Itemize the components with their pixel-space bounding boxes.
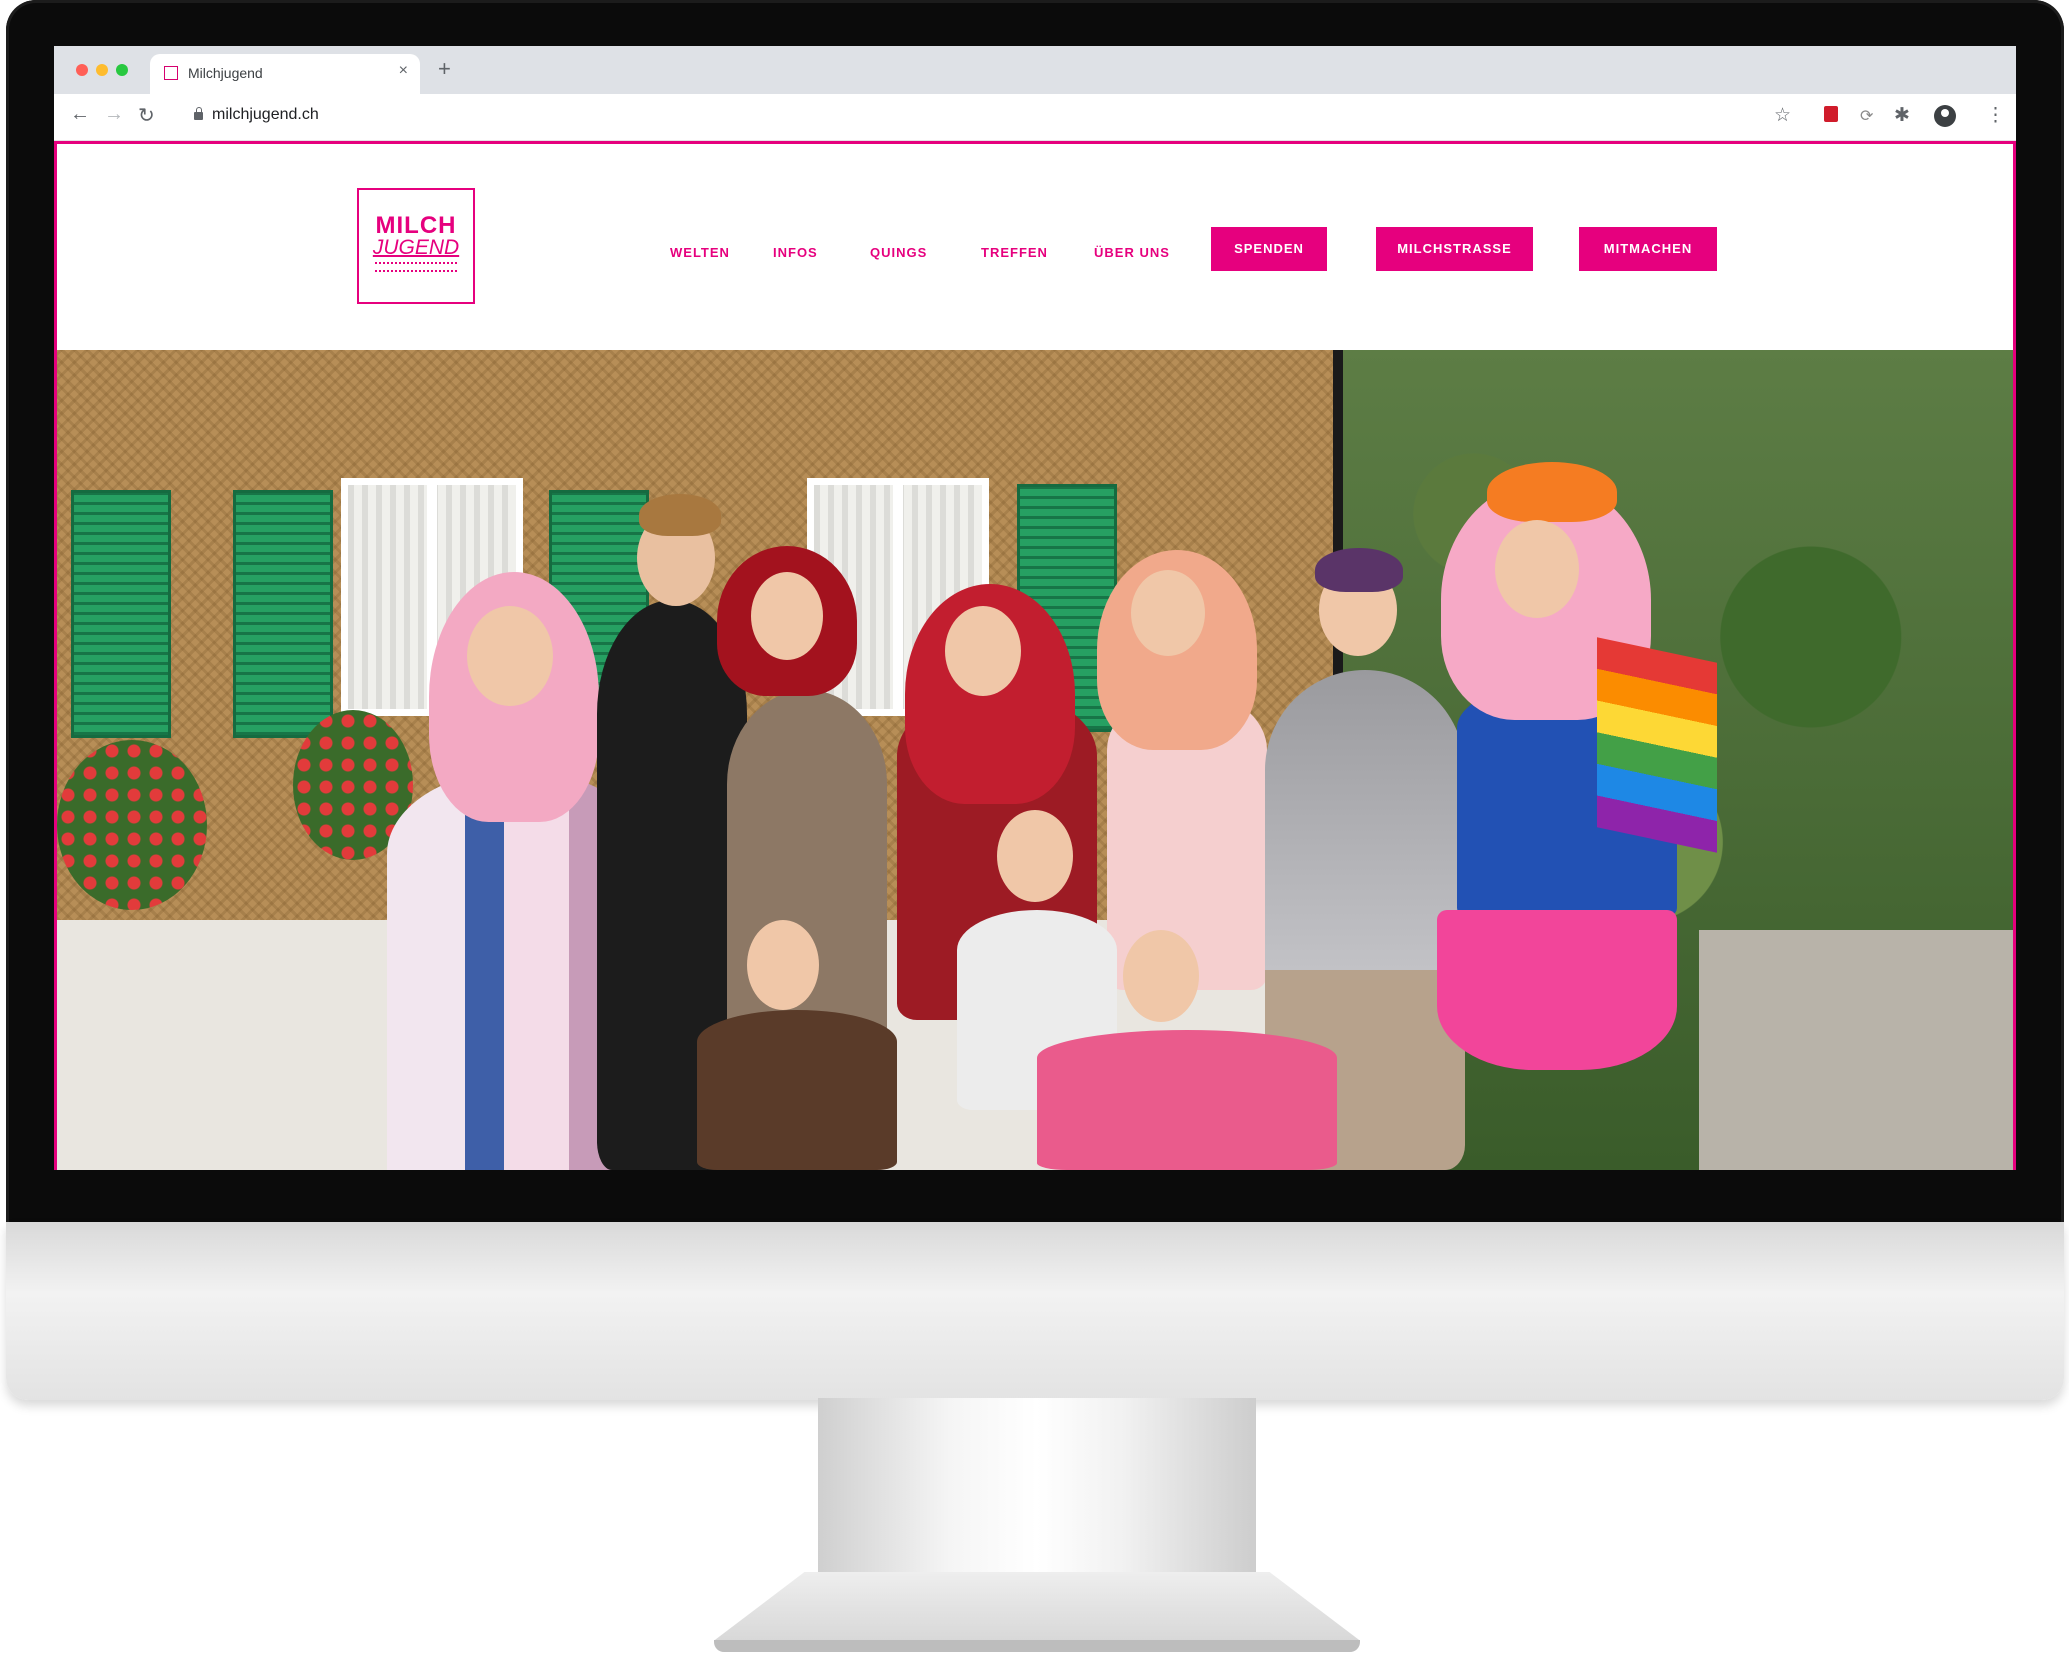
account-icon[interactable]	[1934, 105, 1956, 127]
back-icon[interactable]: ←	[70, 103, 90, 126]
browser-toolbar: ← → ↻ milchjugend.ch ☆ ⟳ ✱ ⋮	[54, 94, 2016, 141]
nav-link-ueber-uns[interactable]: ÜBER UNS	[1094, 245, 1170, 260]
flower-box	[57, 740, 207, 910]
logo-text-milch: MILCH	[375, 212, 457, 239]
nav-link-welten[interactable]: WELTEN	[670, 245, 730, 260]
puzzle-icon[interactable]: ✱	[1894, 104, 1910, 127]
tab-title: Milchjugend	[188, 65, 263, 81]
person-head	[1495, 520, 1579, 618]
person-head	[747, 920, 819, 1010]
minimize-window-button[interactable]	[96, 64, 108, 76]
monitor-stand-neck	[818, 1398, 1256, 1578]
concrete-wall	[1699, 930, 2013, 1170]
window-shutter	[233, 490, 333, 738]
reload-icon[interactable]: ↻	[138, 103, 155, 128]
menu-icon[interactable]: ⋮	[1986, 104, 2005, 127]
website: MILCH JUGEND WELTEN INFOS QUINGS TREFFEN…	[54, 141, 2016, 1170]
site-logo[interactable]: MILCH JUGEND	[357, 188, 475, 304]
nav-button-mitmachen[interactable]: MITMACHEN	[1579, 227, 1717, 271]
nav-link-quings[interactable]: QUINGS	[870, 245, 927, 260]
monitor-stand-base-edge	[714, 1640, 1360, 1652]
nav-link-infos[interactable]: INFOS	[773, 245, 818, 260]
maximize-window-button[interactable]	[116, 64, 128, 76]
logo-text-jugend: JUGEND	[372, 236, 460, 259]
person-head	[1123, 930, 1199, 1022]
star-icon[interactable]: ☆	[1774, 104, 1791, 127]
browser-tab[interactable]: Milchjugend ×	[150, 54, 420, 94]
window-shutter	[71, 490, 171, 738]
tab-bar: Milchjugend × +	[54, 46, 2016, 94]
nav-button-milchstrasse[interactable]: MILCHSTRASSE	[1376, 227, 1533, 271]
extension-icon[interactable]	[1824, 106, 1838, 122]
hero-image	[57, 350, 2013, 1170]
rainbow-flag	[1597, 637, 1717, 853]
person-head	[751, 572, 823, 660]
person-head	[1131, 570, 1205, 656]
person-head	[945, 606, 1021, 696]
new-tab-button[interactable]: +	[438, 56, 451, 82]
close-window-button[interactable]	[76, 64, 88, 76]
person-hair	[639, 494, 721, 536]
browser-window: Milchjugend × + ← → ↻ milchjugend.ch ☆ ⟳…	[54, 46, 2016, 1170]
lock-icon[interactable]	[194, 107, 203, 120]
nav-link-treffen[interactable]: TREFFEN	[981, 245, 1048, 260]
tab-close-button[interactable]: ×	[399, 62, 408, 80]
person-figure	[697, 1010, 897, 1170]
forward-icon[interactable]: →	[104, 103, 124, 126]
monitor-stand-foot	[714, 1572, 1360, 1650]
person-head	[467, 606, 553, 706]
address-bar[interactable]: milchjugend.ch	[212, 106, 319, 124]
person-head	[997, 810, 1073, 902]
person-hat	[1487, 462, 1617, 522]
monitor-chin	[6, 1222, 2064, 1400]
logo-tagline-mark	[375, 262, 457, 272]
favicon-icon	[164, 66, 178, 80]
person-hair	[1315, 548, 1403, 592]
person-figure	[1037, 1030, 1337, 1170]
person-figure	[1437, 910, 1677, 1070]
extension-icon[interactable]: ⟳	[1860, 106, 1873, 126]
nav-button-spenden[interactable]: SPENDEN	[1211, 227, 1327, 271]
